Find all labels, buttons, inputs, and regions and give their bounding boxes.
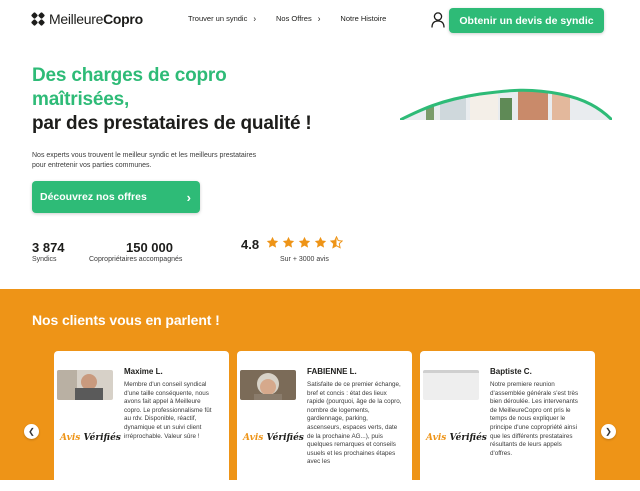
- avatar: [423, 370, 479, 400]
- discover-offers-label: Découvrez nos offres: [40, 191, 147, 203]
- nav-item-label: Trouver un syndic: [188, 14, 248, 23]
- nav-item-label: Nos Offres: [276, 14, 312, 23]
- verified-reviews-badge: Avis Vérifiés: [426, 433, 487, 443]
- stat-rating-label: Sur + 3000 avis: [280, 256, 329, 263]
- chevron-right-icon: ›: [253, 13, 257, 24]
- badge-part2: Vérifiés: [449, 433, 487, 443]
- stat-coproprietaires-value: 150 000: [126, 240, 173, 255]
- testimonial-name: Baptiste C.: [490, 367, 532, 376]
- testimonials-title: Nos clients vous en parlent !: [32, 312, 220, 328]
- logo-text-regular: Meilleure: [49, 11, 104, 27]
- chevron-right-icon: ›: [317, 13, 321, 24]
- stat-syndics-value: 3 874: [32, 240, 65, 255]
- avatar: [57, 370, 113, 400]
- testimonial-text: Satisfaite de ce premier échange, bref e…: [307, 381, 402, 466]
- user-icon[interactable]: [431, 12, 445, 28]
- badge-part2: Vérifiés: [83, 433, 121, 443]
- site-header: MeilleureCopro Trouver un syndic › Nos O…: [0, 0, 640, 40]
- star-icon: [298, 236, 311, 248]
- testimonial-card: Baptiste C. Notre premiere reunion d'ass…: [420, 351, 595, 491]
- logo-icon: [30, 11, 46, 27]
- nav-item-label: Notre Histoire: [340, 14, 387, 23]
- logo-text-bold: Copro: [103, 11, 143, 27]
- testimonial-name: FABIENNE L.: [307, 367, 357, 376]
- nav-item-trouver-syndic[interactable]: Trouver un syndic ›: [188, 13, 257, 24]
- hero-description: Nos experts vous trouvent le meilleur sy…: [32, 152, 257, 169]
- carousel-next-button[interactable]: ❯: [601, 424, 616, 439]
- verified-reviews-badge: Avis Vérifiés: [243, 433, 304, 443]
- discover-offers-button[interactable]: Découvrez nos offres ›: [32, 181, 200, 213]
- star-icon: [314, 236, 327, 248]
- hero-title-line3: par des prestataires de qualité !: [32, 113, 312, 134]
- stat-coproprietaires-label: Copropriétaires accompagnés: [89, 256, 183, 263]
- logo-text: MeilleureCopro: [49, 11, 143, 27]
- star-icon: [282, 236, 295, 248]
- testimonial-card: FABIENNE L. Satisfaite de ce premier éch…: [237, 351, 412, 491]
- testimonial-card: Maxime L. Membre d'un conseil syndical d…: [54, 351, 229, 491]
- main-nav: Trouver un syndic › Nos Offres › Notre H…: [188, 13, 406, 24]
- chevron-right-icon: ❯: [605, 427, 612, 436]
- rating-stars: [266, 236, 343, 249]
- chevron-right-icon: ›: [186, 189, 191, 205]
- badge-part2: Vérifiés: [266, 433, 304, 443]
- nav-item-notre-histoire[interactable]: Notre Histoire: [340, 14, 386, 23]
- badge-part1: Avis: [243, 433, 264, 443]
- stat-rating-value: 4.8: [241, 237, 260, 252]
- badge-part1: Avis: [426, 433, 447, 443]
- star-half-icon: [330, 236, 343, 249]
- verified-reviews-badge: Avis Vérifiés: [60, 433, 121, 443]
- nav-item-nos-offres[interactable]: Nos Offres ›: [276, 13, 321, 24]
- testimonial-text: Membre d'un conseil syndical d'une taill…: [124, 381, 212, 440]
- logo[interactable]: MeilleureCopro: [30, 11, 143, 27]
- carousel-prev-button[interactable]: ❮: [24, 424, 39, 439]
- hero-title-line2: maîtrisées,: [32, 89, 130, 110]
- chevron-left-icon: ❮: [28, 427, 35, 436]
- star-icon: [266, 236, 279, 248]
- testimonial-text: Notre premiere reunion d'assemblée génér…: [490, 381, 579, 457]
- hero-title: Des charges de copro maîtrisées, par des…: [32, 64, 312, 136]
- hero-title-line1: Des charges de copro: [32, 65, 227, 86]
- stat-syndics-label: Syndics: [32, 256, 57, 263]
- badge-part1: Avis: [60, 433, 81, 443]
- get-quote-button[interactable]: Obtenir un devis de syndic: [449, 8, 604, 33]
- avatar: [240, 370, 296, 400]
- testimonial-name: Maxime L.: [124, 367, 163, 376]
- hero-illustration: [400, 88, 612, 120]
